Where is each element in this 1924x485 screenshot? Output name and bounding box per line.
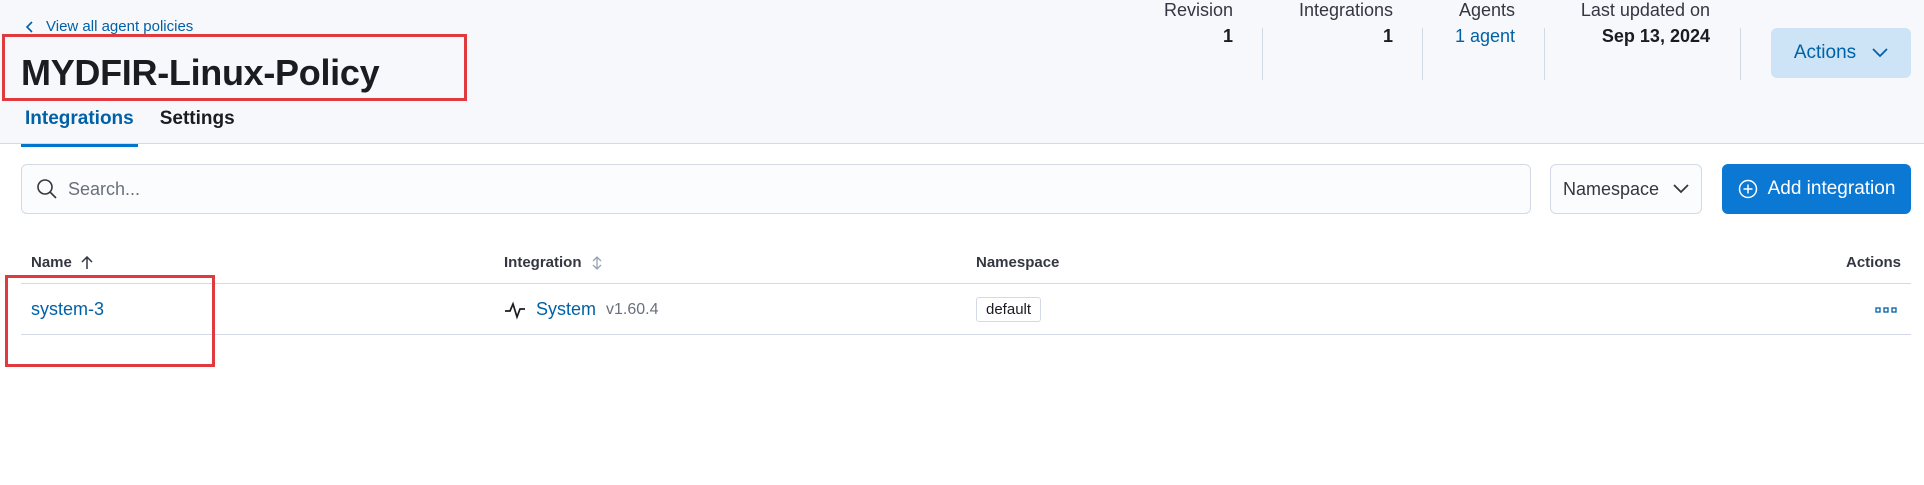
stat-integrations-label: Integrations — [1298, 0, 1393, 20]
more-horizontal-icon — [1875, 307, 1897, 313]
actions-button-label: Actions — [1793, 42, 1857, 63]
integration-version: v1.60.4 — [606, 300, 659, 318]
policy-tabs: Integrations Settings — [21, 104, 257, 147]
integration-link[interactable]: System — [536, 299, 596, 320]
integrations-table: Name Integration Namespace Actions syste… — [21, 248, 1911, 335]
column-header-namespace: Namespace — [976, 254, 1059, 271]
stat-last-updated: Last updated on Sep 13, 2024 — [1570, 0, 1710, 52]
tab-integrations[interactable]: Integrations — [21, 104, 138, 147]
stat-revision: Revision 1 — [1160, 0, 1233, 52]
column-integration-label: Integration — [504, 254, 582, 271]
stat-integrations-value: 1 — [1382, 26, 1393, 46]
chevron-down-icon — [1673, 184, 1689, 194]
stat-updated-value: Sep 13, 2024 — [1601, 26, 1710, 46]
column-actions-label: Actions — [1845, 254, 1901, 271]
add-integration-label: Add integration — [1767, 178, 1896, 199]
cell-actions — [1875, 284, 1897, 335]
stat-revision-value: 1 — [1222, 26, 1233, 46]
search-input[interactable] — [68, 178, 1468, 200]
stat-agents-label: Agents — [1458, 0, 1515, 20]
stat-agents: Agents 1 agent — [1450, 0, 1515, 52]
row-actions-button[interactable] — [1875, 299, 1897, 320]
column-name-label: Name — [31, 254, 72, 271]
add-integration-button[interactable]: Add integration — [1722, 164, 1911, 214]
stat-divider — [1544, 28, 1545, 80]
integration-info: System v1.60.4 — [504, 299, 659, 321]
search-icon — [37, 179, 57, 199]
stat-divider — [1740, 28, 1741, 80]
row-highlight-box — [5, 275, 215, 367]
back-link-label: View all agent policies — [46, 18, 194, 35]
chevron-down-icon — [1872, 48, 1888, 58]
column-header-name[interactable]: Name — [31, 254, 94, 271]
namespace-badge: default — [976, 297, 1042, 322]
title-highlight-box — [2, 34, 467, 101]
table-row: system-3 System v1.60.4 default — [21, 284, 1911, 335]
stat-revision-label: Revision — [1163, 0, 1233, 20]
chevron-left-icon — [25, 20, 33, 33]
tab-settings[interactable]: Settings — [156, 104, 239, 147]
namespace-filter[interactable]: Namespace — [1550, 164, 1702, 214]
stat-divider — [1262, 28, 1263, 80]
cell-namespace: default — [976, 284, 1042, 335]
stat-divider — [1422, 28, 1423, 80]
column-header-integration[interactable]: Integration — [504, 254, 604, 271]
cell-integration: System v1.60.4 — [504, 284, 659, 335]
back-to-policies-link[interactable]: View all agent policies — [24, 18, 193, 35]
table-header: Name Integration Namespace Actions — [21, 248, 1911, 284]
sort-icon — [592, 255, 601, 270]
namespace-filter-label: Namespace — [1563, 178, 1660, 199]
column-namespace-label: Namespace — [976, 254, 1060, 271]
search-box[interactable] — [21, 164, 1531, 214]
plus-circle-icon — [1738, 179, 1757, 199]
agents-link[interactable]: 1 agent — [1450, 26, 1515, 47]
actions-button[interactable]: Actions — [1771, 28, 1911, 78]
pulse-icon — [505, 301, 525, 320]
stat-integrations: Integrations 1 — [1290, 0, 1393, 52]
arrow-up-icon — [81, 255, 93, 269]
column-header-actions: Actions — [1846, 254, 1901, 271]
stat-updated-label: Last updated on — [1580, 0, 1710, 20]
